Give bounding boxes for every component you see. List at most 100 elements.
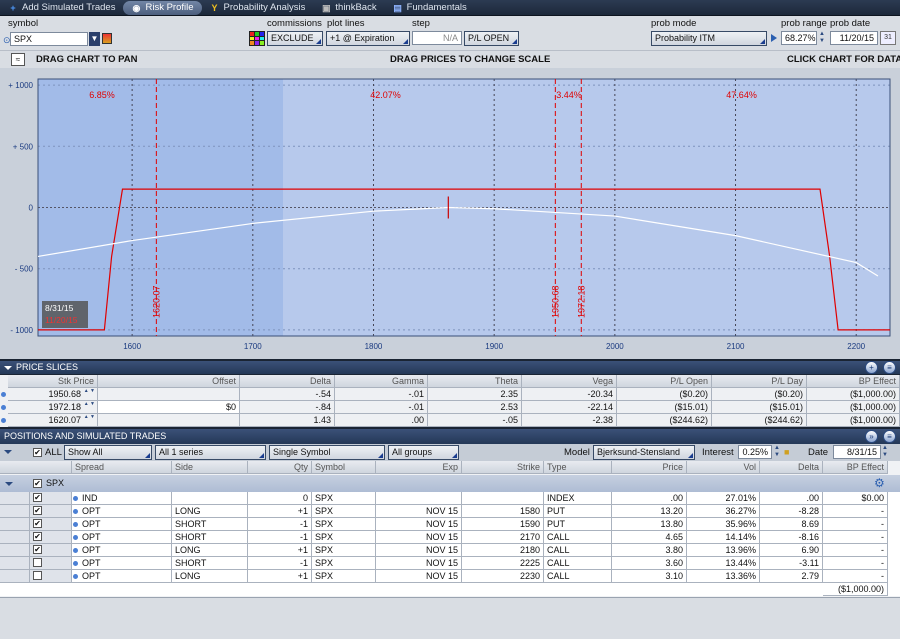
position-cell: INDEX: [544, 492, 612, 505]
slice-menu-icon[interactable]: ≡: [883, 361, 896, 374]
position-checkbox[interactable]: ✔: [33, 493, 42, 502]
prob-range-label: prob range: [781, 18, 827, 29]
interest-input[interactable]: 0.25%: [738, 445, 772, 459]
price-slice-row[interactable]: 1620.07 ▲ ▼ 1.43.00 -.05 -2.38 ($244.62) ($244…: [0, 414, 900, 427]
tab-fundamentals[interactable]: ▤ Fundamentals: [385, 1, 475, 15]
collapse-icon[interactable]: [4, 450, 12, 454]
play-arrow-icon[interactable]: [771, 34, 777, 42]
group-row[interactable]: ✔ SPX ⚙: [0, 475, 900, 492]
position-cell: 13.36%: [687, 570, 760, 583]
position-row[interactable]: ✔ OPT SHORT -1 SPX NOV 15 2170 CALL 4.65 14.14% -8…: [0, 531, 900, 544]
camera-icon: ▣: [322, 2, 331, 13]
tab-risk-profile[interactable]: ◉ Risk Profile: [123, 0, 202, 15]
select-all-checkbox[interactable]: ✔: [33, 448, 42, 457]
row-dot-icon[interactable]: [73, 574, 78, 579]
position-checkbox[interactable]: [33, 571, 42, 580]
position-cell: LONG: [172, 505, 248, 518]
show-filter-dropdown[interactable]: Show All: [64, 445, 152, 460]
row-dot-icon[interactable]: [73, 561, 78, 566]
row-dot-icon[interactable]: [73, 496, 78, 501]
prob-range-input[interactable]: 68.27%: [781, 31, 817, 45]
slice-value-cell: -.05: [428, 414, 522, 427]
tab-thinkback[interactable]: ▣ thinkBack: [313, 1, 384, 15]
position-checkbox[interactable]: ✔: [33, 506, 42, 515]
calendar-icon[interactable]: 31: [880, 31, 896, 45]
slice-value-cell: 2.35: [428, 388, 522, 401]
interest-spinner-icon[interactable]: ▲ ▼: [774, 445, 780, 459]
plot-lines-dropdown[interactable]: +1 @ Expiration: [326, 31, 410, 46]
position-cell: IND: [72, 492, 172, 505]
column-header: [0, 461, 72, 474]
prob-mode-dropdown[interactable]: Probability ITM: [651, 31, 767, 46]
position-checkbox[interactable]: [33, 558, 42, 567]
chart-type-icon[interactable]: ≈: [11, 53, 25, 66]
column-header: BP Effect: [807, 375, 900, 388]
symbol-input[interactable]: SPX: [10, 32, 88, 46]
risk-profile-chart[interactable]: + 1000 + 500 0 - 500 - 1000 1600 1700 1800 1900 2…: [0, 68, 900, 359]
row-dot-icon[interactable]: [73, 548, 78, 553]
row-gutter: [0, 570, 30, 583]
slice-dot-icon[interactable]: [1, 405, 6, 410]
price-slice-row[interactable]: 1972.18 ▲ ▼ $0 -.84 -.01 2.53 -22.14 ($15.01) ($…: [0, 401, 900, 414]
position-row[interactable]: ✔ OPT LONG +1 SPX NOV 15 1580 PUT 13.20 36.27% -8.…: [0, 505, 900, 518]
position-cell: 14.14%: [687, 531, 760, 544]
position-checkbox[interactable]: ✔: [33, 519, 42, 528]
risk-profile-svg[interactable]: + 1000 + 500 0 - 500 - 1000 1600 1700 1800 1900 2…: [0, 68, 900, 359]
tab-label: thinkBack: [335, 2, 377, 13]
series-filter-dropdown[interactable]: All 1 series: [155, 445, 266, 460]
lock-icon[interactable]: ■: [784, 447, 789, 457]
slice-value-cell: ($244.62): [617, 414, 712, 427]
price-slices-header[interactable]: PRICE SLICES: [0, 361, 900, 374]
position-cell: OPT: [72, 531, 172, 544]
row-dot-icon[interactable]: [73, 509, 78, 514]
prob-date-input[interactable]: 11/20/15: [830, 31, 878, 45]
position-cell: -: [823, 544, 888, 557]
color-grid-icon[interactable]: [249, 31, 265, 46]
slice-dot-icon[interactable]: [1, 392, 6, 397]
model-dropdown[interactable]: Bjerksund-Stensland: [593, 445, 695, 460]
step-input[interactable]: N/A: [412, 31, 462, 45]
positions-menu-icon[interactable]: ≡: [883, 430, 896, 443]
price-spinner-icon[interactable]: ▲ ▼: [84, 402, 95, 407]
gear-icon[interactable]: ⚙: [874, 476, 885, 490]
date-spinner-icon[interactable]: ▲ ▼: [882, 445, 888, 459]
price-slice-row[interactable]: 1950.68 ▲ ▼ -.54 -.01 2.35 -20.34 ($0.20) ($0.2…: [0, 388, 900, 401]
position-row[interactable]: OPT LONG +1 SPX NOV 15 2230 CALL 3.10 13.36% 2.79…: [0, 570, 900, 583]
building-icon: ▤: [393, 2, 402, 13]
collapse-all-icon[interactable]: »: [865, 430, 878, 443]
slice-dot-icon[interactable]: [1, 418, 6, 423]
price-spinner-icon[interactable]: ▲ ▼: [84, 389, 95, 394]
date-input[interactable]: 8/31/15: [833, 445, 881, 459]
tab-add-simulated-trades[interactable]: + Add Simulated Trades: [0, 1, 123, 15]
position-cell: .00: [612, 492, 687, 505]
commissions-dropdown[interactable]: EXCLUDE: [267, 31, 323, 46]
position-row[interactable]: ✔ OPT LONG +1 SPX NOV 15 2180 CALL 3.80 13.96% 6.9…: [0, 544, 900, 557]
price-slice-label: 1950.68: [550, 285, 560, 318]
add-slice-icon[interactable]: +: [865, 361, 878, 374]
position-checkbox[interactable]: ✔: [33, 545, 42, 554]
symbol-filter-dropdown[interactable]: Single Symbol: [269, 445, 385, 460]
position-row[interactable]: ✔ IND 0 SPX INDEX .00 27.01% .00 $0.00: [0, 492, 900, 505]
price-spinner-icon[interactable]: ▲ ▼: [84, 415, 95, 420]
position-cell: SPX: [312, 544, 376, 557]
positions-header[interactable]: POSITIONS AND SIMULATED TRADES: [0, 429, 900, 444]
offset-input[interactable]: $0: [98, 401, 240, 414]
group-filter-dropdown[interactable]: All groups: [388, 445, 459, 460]
position-cell: OPT: [72, 557, 172, 570]
row-dot-icon[interactable]: [73, 522, 78, 527]
tab-probability-analysis[interactable]: Y Probability Analysis: [202, 1, 314, 15]
position-row[interactable]: OPT SHORT -1 SPX NOV 15 2225 CALL 3.60 13.44% -3.…: [0, 557, 900, 570]
prob-range-spinner-icon[interactable]: ▲ ▼: [818, 31, 826, 45]
position-cell: -: [823, 570, 888, 583]
position-cell: 2225: [462, 557, 544, 570]
group-checkbox[interactable]: ✔: [33, 479, 42, 488]
row-dot-icon[interactable]: [73, 535, 78, 540]
symbol-dropdown-icon[interactable]: ▼: [89, 32, 100, 46]
group-collapse-icon[interactable]: [5, 482, 13, 486]
pl-mode-dropdown[interactable]: P/L OPEN: [464, 31, 519, 46]
y-tick-label: - 500: [15, 265, 34, 274]
symbol-link-icon[interactable]: [102, 33, 112, 44]
position-checkbox[interactable]: ✔: [33, 532, 42, 541]
position-row[interactable]: ✔ OPT SHORT -1 SPX NOV 15 1590 PUT 13.80 35.96% 8.…: [0, 518, 900, 531]
slice-value-cell: -.84: [240, 401, 335, 414]
